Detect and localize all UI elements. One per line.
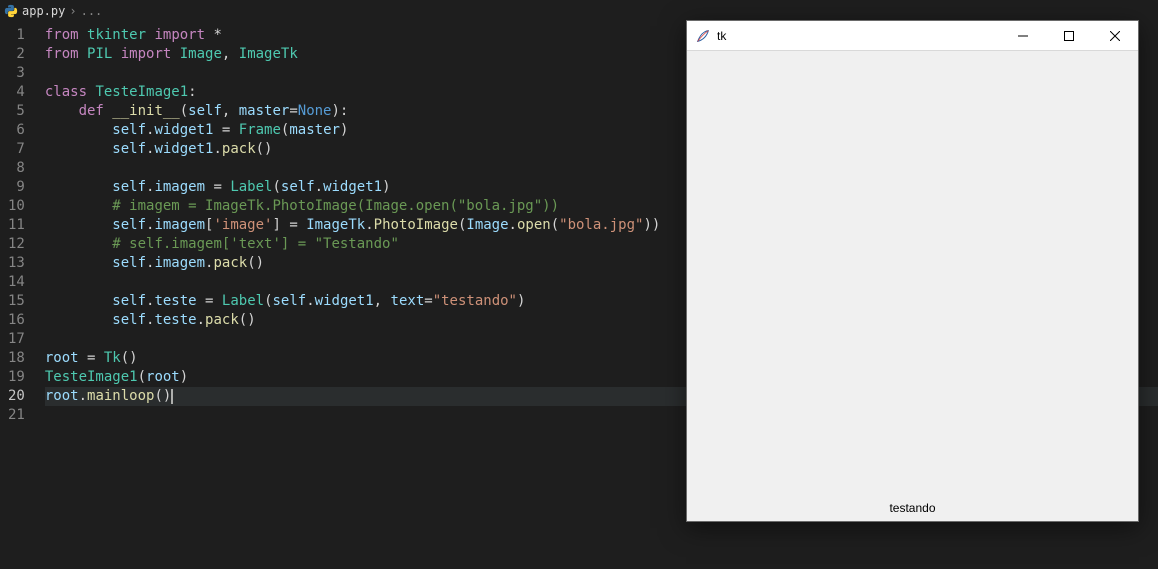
maximize-button[interactable] (1046, 21, 1092, 51)
tkinter-body: testando (687, 51, 1138, 521)
line-number: 3 (8, 64, 25, 83)
line-number-gutter: 123456789101112131415161718192021 (0, 22, 37, 569)
line-number: 9 (8, 178, 25, 197)
line-number: 20 (8, 387, 25, 406)
line-number: 2 (8, 45, 25, 64)
breadcrumb: app.py › ... (0, 0, 1158, 22)
line-number: 15 (8, 292, 25, 311)
line-number: 13 (8, 254, 25, 273)
line-number: 12 (8, 235, 25, 254)
line-number: 1 (8, 26, 25, 45)
line-number: 7 (8, 140, 25, 159)
line-number: 8 (8, 159, 25, 178)
python-icon (4, 4, 18, 18)
tkinter-titlebar[interactable]: tk (687, 21, 1138, 51)
line-number: 16 (8, 311, 25, 330)
line-number: 6 (8, 121, 25, 140)
line-number: 14 (8, 273, 25, 292)
line-number: 18 (8, 349, 25, 368)
line-number: 19 (8, 368, 25, 387)
tkinter-label: testando (889, 501, 935, 515)
tk-feather-icon (695, 28, 711, 44)
line-number: 4 (8, 83, 25, 102)
line-number: 17 (8, 330, 25, 349)
minimize-button[interactable] (1000, 21, 1046, 51)
close-button[interactable] (1092, 21, 1138, 51)
line-number: 21 (8, 406, 25, 425)
tkinter-window[interactable]: tk testando (686, 20, 1139, 522)
breadcrumb-rest[interactable]: ... (81, 4, 103, 18)
line-number: 11 (8, 216, 25, 235)
tkinter-title: tk (717, 29, 726, 43)
breadcrumb-separator-icon: › (69, 4, 76, 18)
line-number: 5 (8, 102, 25, 121)
line-number: 10 (8, 197, 25, 216)
breadcrumb-filename[interactable]: app.py (22, 4, 65, 18)
